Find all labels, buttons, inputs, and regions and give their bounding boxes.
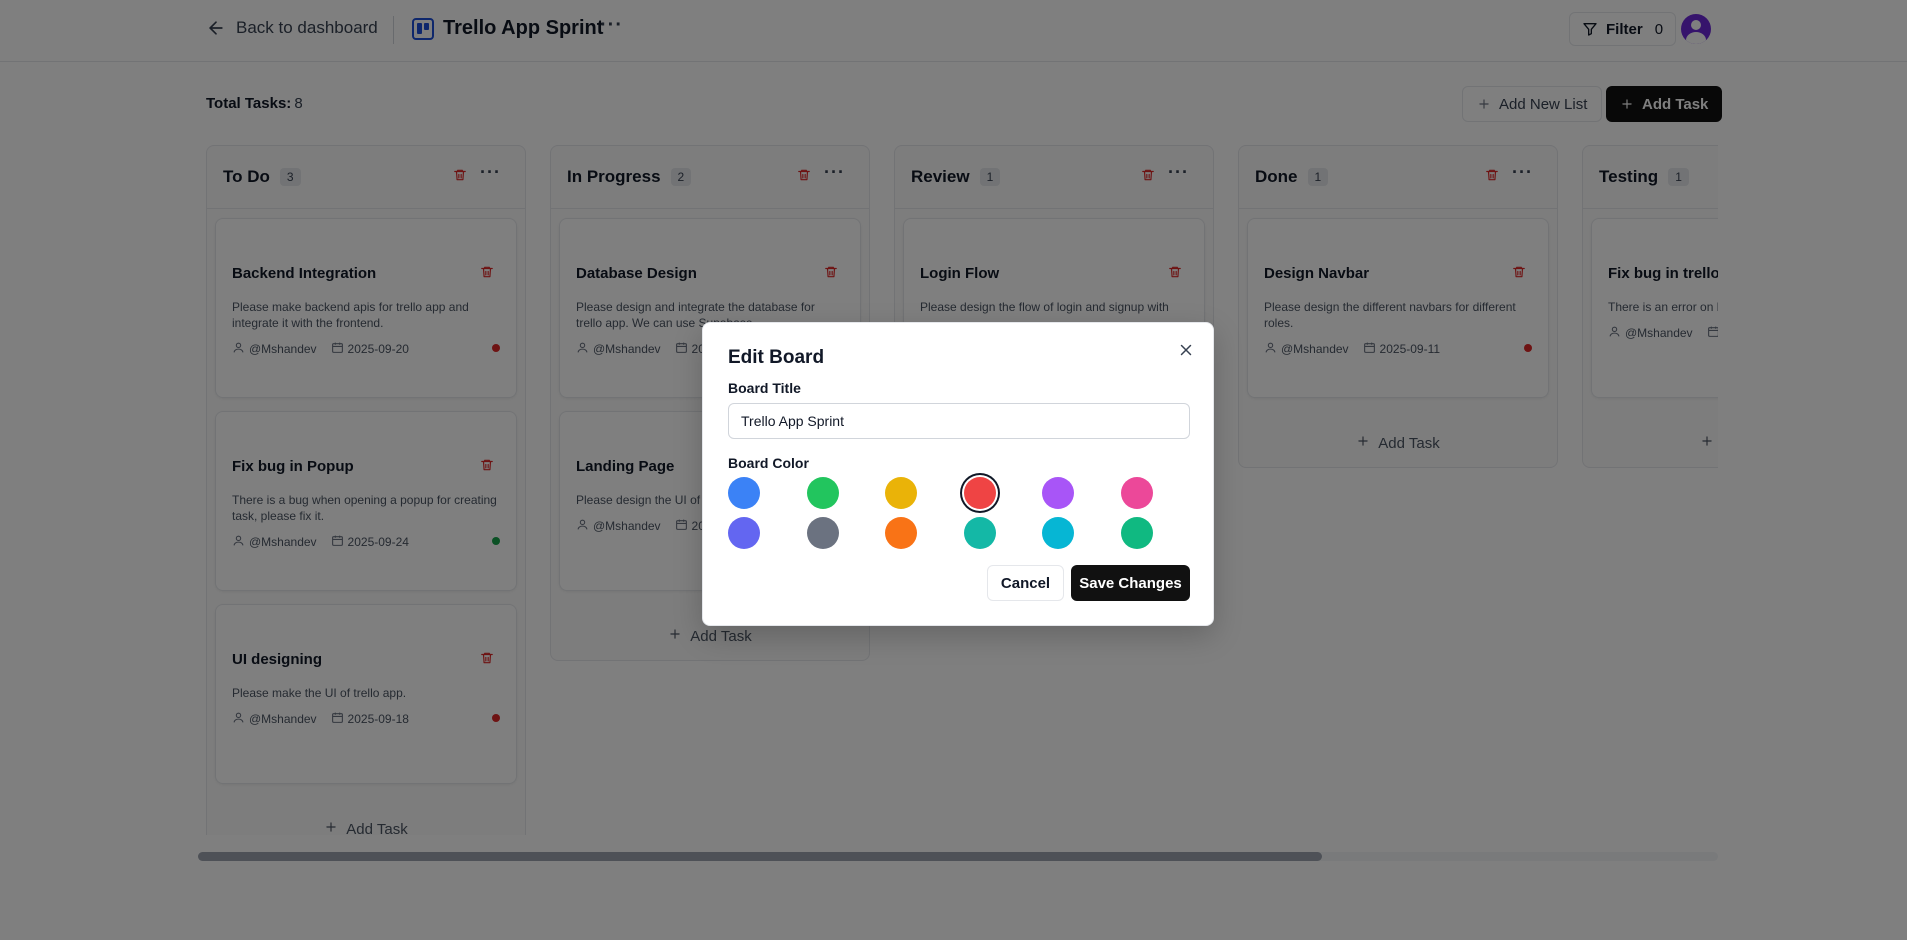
color-swatch[interactable] bbox=[806, 477, 839, 509]
edit-board-modal: Edit Board Board Title Board Color Cance… bbox=[702, 322, 1214, 626]
color-swatch[interactable] bbox=[963, 517, 996, 549]
color-swatch[interactable] bbox=[885, 477, 918, 509]
color-swatch[interactable] bbox=[885, 517, 918, 549]
modal-title: Edit Board bbox=[728, 347, 825, 368]
color-swatch[interactable] bbox=[728, 517, 760, 549]
cancel-button[interactable]: Cancel bbox=[987, 565, 1064, 601]
board-title-input[interactable] bbox=[728, 403, 1190, 439]
color-swatch[interactable] bbox=[1042, 517, 1075, 549]
color-swatch[interactable] bbox=[1121, 517, 1153, 549]
board-color-label: Board Color bbox=[728, 455, 809, 471]
color-swatch[interactable] bbox=[1042, 477, 1075, 509]
color-swatch[interactable] bbox=[728, 477, 760, 509]
color-swatch[interactable] bbox=[806, 517, 839, 549]
save-changes-button[interactable]: Save Changes bbox=[1071, 565, 1190, 601]
color-swatch[interactable] bbox=[1121, 477, 1153, 509]
close-icon[interactable] bbox=[1177, 341, 1195, 359]
board-title-label: Board Title bbox=[728, 380, 801, 396]
color-swatch[interactable] bbox=[963, 477, 996, 509]
